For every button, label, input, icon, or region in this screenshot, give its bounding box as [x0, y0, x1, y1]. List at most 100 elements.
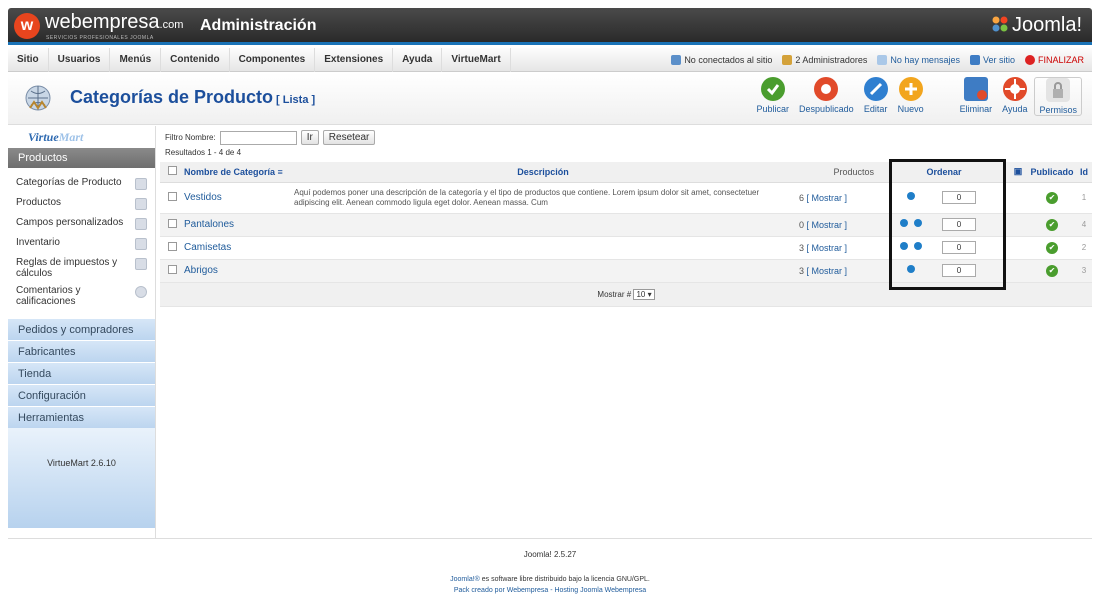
show-products-link[interactable]: [ Mostrar ] [807, 220, 848, 230]
help-button[interactable]: Ayuda [999, 77, 1030, 116]
joomla-license-link[interactable]: Joomla!® [450, 576, 480, 583]
messages-link[interactable]: No hay mensajes [877, 55, 960, 65]
admin-title: Administración [200, 17, 317, 34]
show-products-link[interactable]: [ Mostrar ] [807, 243, 848, 253]
product-count: 6 [ Mostrar ] [796, 182, 880, 214]
sidebar-sub-menu: Categorías de Producto Productos Campos … [8, 168, 155, 310]
joomla-icon [992, 16, 1008, 32]
filter-name-input[interactable] [219, 130, 297, 145]
filter-bar: Filtro Nombre: Ir Resetear [165, 130, 376, 145]
menu-usuarios[interactable]: Usuarios [49, 48, 111, 72]
comment-icon [135, 286, 147, 298]
category-name-link[interactable]: Vestidos [184, 182, 290, 214]
view-site-link[interactable]: Ver sitio [969, 55, 1015, 65]
mail-icon [877, 55, 888, 65]
category-name-link[interactable]: Abrigos [184, 259, 290, 283]
not-connected-status: No conectados al sitio [671, 55, 772, 65]
toolbar: Publicar Despublicado Editar Nuevo Elimi… [754, 77, 1082, 116]
sidebar-version: VirtueMart 2.6.10 [8, 428, 155, 528]
folder-icon [135, 178, 147, 190]
show-count-label: Mostrar # [597, 289, 632, 299]
save-order-icon[interactable]: ▣ [1014, 166, 1023, 176]
published-check-icon[interactable]: ✔ [1046, 241, 1058, 254]
sidebar-heading-productos[interactable]: Productos [8, 148, 155, 168]
menu-sitio[interactable]: Sitio [8, 48, 49, 72]
inventory-icon [135, 238, 147, 250]
select-all-checkbox[interactable] [167, 166, 177, 176]
sidebar-section-configuracion[interactable]: Configuración [8, 384, 155, 406]
tax-icon [135, 258, 147, 270]
category-id: 4 [1076, 213, 1092, 237]
published-check-icon[interactable]: ✔ [1046, 264, 1058, 277]
lifebuoy-icon [1002, 77, 1027, 101]
lock-icon [1046, 78, 1071, 102]
category-description [290, 236, 796, 260]
published-check-icon[interactable]: ✔ [1046, 191, 1058, 204]
category-name-link[interactable]: Camisetas [184, 236, 290, 260]
row-checkbox[interactable] [167, 241, 177, 251]
menu-bar: Sitio Usuarios Menús Contenido Component… [8, 48, 1092, 72]
sidebar-section-herramientas[interactable]: Herramientas [8, 406, 155, 428]
show-products-link[interactable]: [ Mostrar ] [807, 266, 848, 276]
product-count: 3 [ Mostrar ] [796, 236, 880, 260]
trash-icon [963, 77, 988, 101]
menu-ayuda[interactable]: Ayuda [393, 48, 443, 72]
sidebar-section-pedidos[interactable]: Pedidos y compradores [8, 318, 155, 340]
check-icon [760, 77, 785, 101]
publish-button[interactable]: Publicar [754, 77, 793, 116]
sidebar-section-tienda[interactable]: Tienda [8, 362, 155, 384]
sidebar-item-inventario[interactable]: Inventario [8, 234, 155, 254]
chevron-down-icon: ▾ [647, 289, 652, 299]
order-highlight-box [889, 159, 1006, 290]
filter-label: Filtro Nombre: [165, 133, 216, 142]
content-bottom-border [8, 538, 1092, 547]
delete-button[interactable]: Eliminar [957, 77, 996, 116]
sidebar-item-categorias[interactable]: Categorías de Producto [8, 174, 155, 194]
power-icon [1024, 55, 1035, 65]
webempresa-logo-icon: w [14, 13, 40, 39]
menu-componentes[interactable]: Componentes [230, 48, 316, 72]
unpublish-button[interactable]: Despublicado [796, 77, 857, 116]
pencil-icon [863, 77, 888, 101]
show-count-select[interactable]: 10 ▾ [633, 288, 655, 300]
header-id[interactable]: Id [1076, 162, 1092, 183]
menu-extensiones[interactable]: Extensiones [315, 48, 394, 72]
users-icon [671, 55, 682, 65]
edit-button[interactable]: Editar [861, 77, 891, 116]
logout-link[interactable]: FINALIZAR [1024, 55, 1084, 65]
page: w webempresa.com SERVICIOS PROFESIONALES… [0, 0, 1100, 610]
permissions-button[interactable]: Permisos [1034, 77, 1082, 116]
row-checkbox[interactable] [167, 218, 177, 228]
header-products: Productos [796, 162, 880, 183]
users-icon [782, 55, 793, 65]
category-globe-icon [25, 85, 51, 111]
menu-virtuemart[interactable]: VirtueMart [442, 48, 511, 72]
footer-pack-credit[interactable]: Pack creado por Webempresa - Hosting Joo… [0, 587, 1100, 594]
results-count: Resultados 1 - 4 de 4 [165, 148, 242, 157]
header-name[interactable]: Nombre de Categoría ≡ [184, 162, 290, 183]
sidebar-item-campos[interactable]: Campos personalizados [8, 214, 155, 234]
product-count: 3 [ Mostrar ] [796, 259, 880, 283]
category-name-link[interactable]: Pantalones [184, 213, 290, 237]
sort-icon: ≡ [277, 166, 283, 177]
category-description [290, 213, 796, 237]
header-published[interactable]: Publicado [1028, 162, 1076, 183]
sidebar-item-comentarios[interactable]: Comentarios y calificaciones [8, 282, 155, 310]
row-checkbox[interactable] [167, 191, 177, 201]
menu-contenido[interactable]: Contenido [161, 48, 230, 72]
filter-reset-button[interactable]: Resetear [322, 130, 376, 145]
menu-menus[interactable]: Menús [110, 48, 162, 72]
sidebar-item-productos[interactable]: Productos [8, 194, 155, 214]
filter-go-button[interactable]: Ir [300, 130, 319, 145]
footer-version: Joomla! 2.5.27 [523, 550, 577, 559]
title-bar: Categorías de Producto[ Lista ] Publicar… [8, 73, 1092, 125]
category-description: Aquí podemos poner una descripción de la… [290, 182, 796, 214]
sidebar-item-impuestos[interactable]: Reglas de impuestos y cálculos [8, 254, 155, 282]
product-icon [135, 198, 147, 210]
show-products-link[interactable]: [ Mostrar ] [807, 193, 848, 203]
new-button[interactable]: Nuevo [895, 77, 927, 116]
row-checkbox[interactable] [167, 264, 177, 274]
joomla-logo: Joomla! [991, 13, 1082, 37]
published-check-icon[interactable]: ✔ [1046, 218, 1058, 231]
sidebar-section-fabricantes[interactable]: Fabricantes [8, 340, 155, 362]
